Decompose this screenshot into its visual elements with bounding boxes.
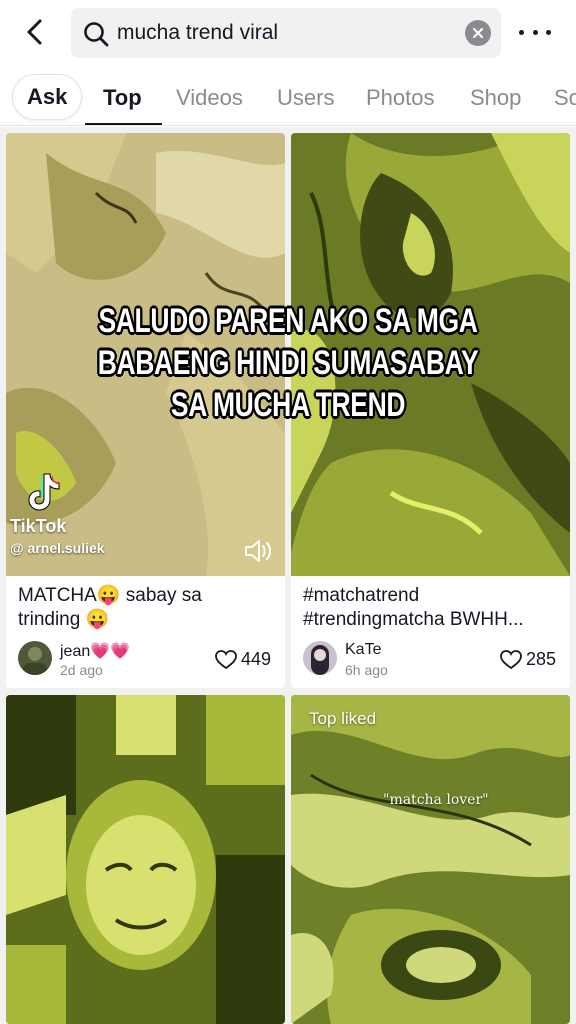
heart-icon [215, 649, 237, 669]
clear-search-button[interactable] [465, 20, 491, 46]
video-caption[interactable]: #matchatrend #trendingmatcha BWHH... [303, 584, 563, 632]
caption-line: #trendingmatcha BWHH... [303, 609, 524, 630]
video-caption[interactable]: MATCHA😛 sabay sa trinding 😛 [18, 584, 278, 632]
like-count-value: 285 [525, 649, 556, 669]
search-tabs: Ask Top Videos Users Photos Shop So [0, 70, 576, 126]
thumb-shape [216, 855, 285, 1024]
search-input[interactable] [117, 8, 447, 58]
overlay-line: SA MUCHA TREND [170, 386, 406, 424]
top-liked-badge: Top liked [309, 709, 377, 728]
like-count: 285 [500, 649, 556, 670]
tab-users[interactable]: Users [277, 70, 334, 125]
search-icon [84, 22, 109, 47]
tab-videos[interactable]: Videos [176, 70, 243, 125]
post-time: 6h ago [345, 662, 388, 678]
thumbnail-image [291, 695, 570, 1024]
avatar-image [23, 647, 47, 675]
caption-line: MATCHA😛 sabay sa [18, 585, 202, 606]
heart-icon [500, 649, 522, 669]
thumbnail-image [6, 695, 285, 1024]
overlay-line: BABAENG HINDI SUMASABAY [97, 344, 479, 382]
chevron-left-icon [27, 19, 42, 45]
thumbnail-quote-text: "matcha lover" [383, 792, 489, 808]
sound-button[interactable] [244, 538, 274, 569]
like-count: 449 [215, 649, 271, 670]
thumb-shape [6, 795, 66, 915]
thumb-shape [86, 815, 196, 955]
username[interactable]: KaTe [345, 641, 381, 659]
tab-sounds[interactable]: So [554, 70, 576, 125]
tab-photos[interactable]: Photos [366, 70, 435, 125]
thumb-shape [406, 947, 476, 983]
thumb-shape [6, 945, 66, 1024]
video-overlay-caption: SALUDO PAREN AKO SA MGA BABAENG HINDI SU… [63, 300, 512, 426]
tab-ask[interactable]: Ask [12, 74, 83, 120]
watermark-handle: @ arnel.suliek [10, 540, 105, 556]
search-bar[interactable] [71, 8, 501, 58]
search-header [0, 0, 576, 66]
video-card[interactable] [6, 695, 285, 1024]
active-tab-indicator [85, 123, 162, 125]
like-count-value: 449 [240, 649, 271, 669]
avatar[interactable] [18, 641, 52, 675]
avatar[interactable] [303, 641, 337, 675]
tab-shop[interactable]: Shop [470, 70, 521, 125]
caption-line: #matchatrend [303, 585, 420, 606]
watermark-brand: TikTok [10, 516, 67, 536]
card-info: #matchatrend #trendingmatcha BWHH... KaT… [291, 576, 570, 688]
card-info: MATCHA😛 sabay sa trinding 😛 jean💗💗 2d ag… [6, 576, 285, 688]
back-button[interactable] [18, 14, 50, 50]
more-options-button[interactable] [519, 20, 551, 44]
video-card[interactable] [291, 695, 570, 1024]
dot-icon [546, 29, 551, 35]
avatar-image [311, 645, 329, 675]
tiktok-logo-icon [28, 473, 60, 511]
thumb-shape [206, 695, 285, 785]
close-icon [472, 27, 484, 39]
speaker-icon [245, 540, 271, 562]
overlay-line: SALUDO PAREN AKO SA MGA [98, 302, 478, 340]
dot-icon [532, 29, 538, 35]
post-time: 2d ago [60, 662, 103, 678]
username[interactable]: jean💗💗 [60, 641, 130, 661]
tab-top[interactable]: Top [103, 70, 142, 125]
thumb-shape [116, 695, 176, 755]
caption-line: trinding 😛 [18, 609, 110, 630]
dot-icon [519, 29, 524, 35]
video-thumbnail[interactable] [6, 695, 285, 1024]
video-thumbnail[interactable] [291, 695, 570, 1024]
